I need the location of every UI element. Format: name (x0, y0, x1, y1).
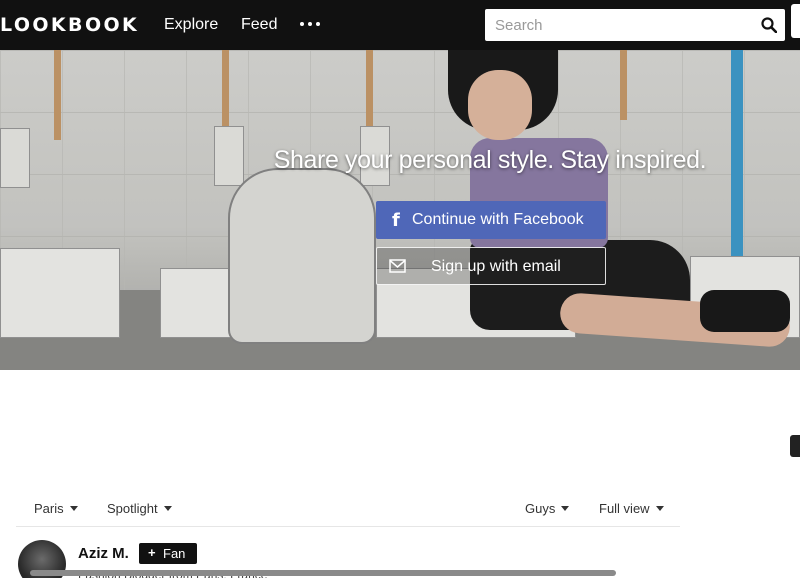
facebook-button-label: Continue with Facebook (412, 211, 584, 228)
filter-bar: Paris Spotlight Guys Full view (16, 490, 680, 527)
search-input[interactable] (485, 9, 755, 41)
caret-down-icon (655, 506, 664, 511)
lookbook-logo[interactable]: LOOKBOOK (0, 14, 139, 36)
location-filter-label: Paris (34, 501, 64, 516)
mail-icon (389, 259, 406, 273)
location-filter-dropdown[interactable]: Paris (34, 501, 78, 516)
email-button-label: Sign up with email (431, 258, 561, 275)
facebook-icon: f (392, 210, 400, 231)
caret-down-icon (163, 506, 172, 511)
view-mode-label: Full view (599, 501, 650, 516)
nav-explore[interactable]: Explore (164, 16, 218, 34)
sort-filter-dropdown[interactable]: Spotlight (107, 501, 172, 516)
gender-filter-label: Guys (525, 501, 556, 516)
hero-tagline: Share your personal style. Stay inspired… (273, 146, 707, 174)
continue-with-facebook-button[interactable]: f Continue with Facebook (376, 201, 606, 239)
caret-down-icon (561, 506, 570, 511)
nav-feed[interactable]: Feed (241, 16, 277, 34)
view-mode-dropdown[interactable]: Full view (599, 501, 664, 516)
fan-button[interactable]: + Fan (139, 543, 197, 564)
gender-filter-dropdown[interactable]: Guys (525, 501, 570, 516)
sign-up-with-email-button[interactable]: Sign up with email (376, 247, 606, 285)
fan-button-label: Fan (163, 546, 186, 561)
user-name-link[interactable]: Aziz M. (78, 545, 129, 562)
plus-icon: + (148, 545, 156, 560)
top-nav: LOOKBOOK Explore Feed (0, 0, 800, 50)
sort-filter-label: Spotlight (107, 501, 158, 516)
horizontal-scrollbar[interactable] (30, 570, 616, 576)
more-dots-icon[interactable] (300, 22, 322, 28)
side-feedback-icon[interactable] (790, 435, 800, 457)
side-panel-tab[interactable] (791, 4, 800, 38)
search-icon[interactable] (761, 17, 777, 33)
hero-banner: Share your personal style. Stay inspired… (0, 50, 800, 370)
search-box (485, 9, 785, 41)
caret-down-icon (69, 506, 78, 511)
